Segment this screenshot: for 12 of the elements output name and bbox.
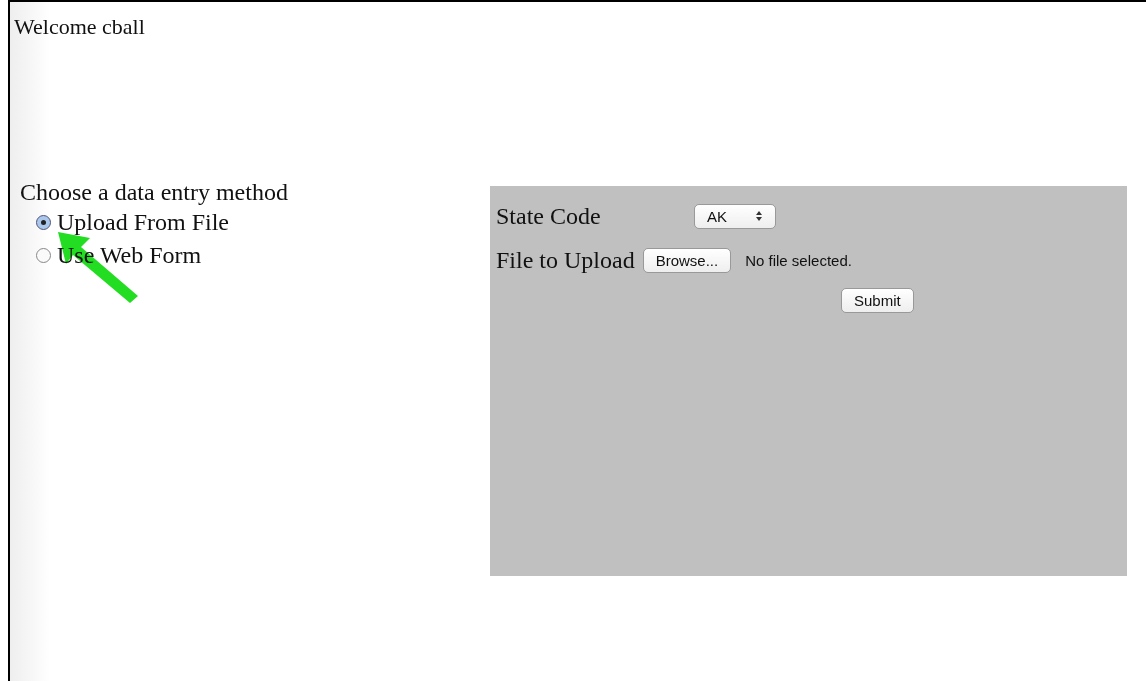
file-status: No file selected. bbox=[745, 251, 852, 269]
state-code-label: State Code bbox=[496, 202, 602, 230]
welcome-text: Welcome cball bbox=[14, 14, 146, 40]
browse-button[interactable]: Browse... bbox=[642, 247, 732, 273]
file-label: File to Upload bbox=[496, 246, 635, 274]
submit-button[interactable]: Submit bbox=[841, 287, 914, 313]
method-prompt: Choose a data entry method bbox=[20, 179, 289, 206]
radio-label: Upload From File bbox=[57, 209, 229, 236]
radio-button[interactable] bbox=[36, 248, 51, 263]
radio-button[interactable] bbox=[36, 215, 51, 230]
state-select[interactable]: AK bbox=[694, 203, 776, 229]
updown-icon bbox=[755, 210, 763, 222]
